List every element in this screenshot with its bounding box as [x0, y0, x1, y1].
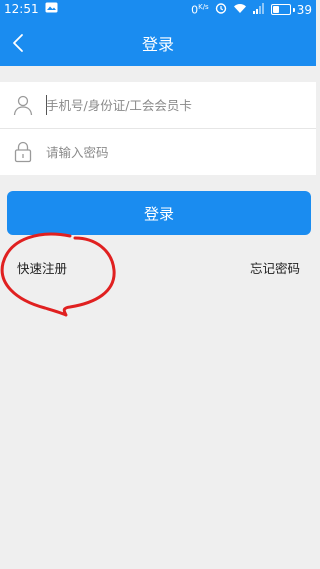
network-speed-unit: K/s: [198, 2, 209, 11]
password-row: [0, 128, 316, 175]
page-title: 登录: [141, 35, 174, 54]
login-form: [0, 82, 316, 175]
account-row: [0, 82, 316, 128]
battery-tip: [292, 7, 295, 12]
battery-indicator: 39: [270, 2, 312, 17]
login-button[interactable]: 登录: [7, 191, 311, 235]
gallery-notification-icon: [45, 2, 58, 16]
network-speed: 0K/s: [191, 3, 209, 17]
register-link[interactable]: 快速注册: [17, 258, 67, 277]
alarm-icon: [215, 2, 227, 17]
user-icon: [10, 82, 36, 128]
wifi-icon: [233, 3, 247, 17]
account-input[interactable]: [46, 94, 306, 116]
status-time: 12:51: [4, 2, 39, 16]
battery-icon: [270, 4, 291, 15]
lock-icon: [10, 129, 36, 175]
status-bar-right: 0K/s 39: [191, 2, 312, 17]
header-bar: 登录: [0, 20, 316, 66]
password-input[interactable]: [46, 141, 306, 163]
battery-percent: 39: [296, 2, 312, 17]
forgot-password-link[interactable]: 忘记密码: [250, 258, 300, 277]
signal-icon: [252, 2, 265, 17]
status-bar-left: 12:51: [4, 2, 58, 16]
battery-fill: [272, 6, 279, 13]
back-button[interactable]: [0, 20, 36, 66]
chevron-left-icon: [13, 34, 23, 52]
status-bar: 12:51 0K/s 39: [0, 0, 316, 20]
